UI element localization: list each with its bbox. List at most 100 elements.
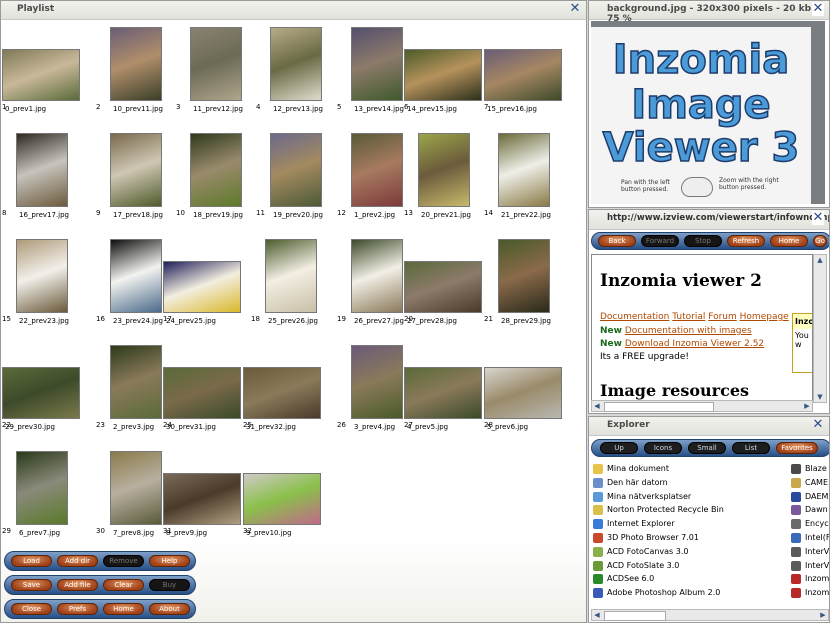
thumbnail-item[interactable]: 8 16_prev17.jpg bbox=[2, 131, 82, 221]
thumbnail-item[interactable]: 11 19_prev20.jpg bbox=[256, 131, 336, 221]
thumbnail-item[interactable]: 28 5_prev6.jpg bbox=[484, 343, 564, 433]
thumbnail-image[interactable] bbox=[163, 367, 241, 419]
thumbnail-item[interactable]: 21 28_prev29.jpg bbox=[484, 237, 564, 327]
thumbnail-item[interactable]: 1 0_prev1.jpg bbox=[2, 25, 82, 115]
add-file-button[interactable]: Add file bbox=[57, 579, 98, 591]
thumbnail-item[interactable]: 7 15_prev16.jpg bbox=[484, 25, 564, 115]
save-button[interactable]: Save bbox=[11, 579, 52, 591]
add-dir-button[interactable]: Add dir bbox=[57, 555, 98, 567]
buy-button[interactable]: Buy bbox=[149, 579, 190, 591]
thumbnail-item[interactable]: 24 30_prev31.jpg bbox=[163, 343, 243, 433]
documentation-link[interactable]: Documentation bbox=[600, 312, 669, 322]
up-button[interactable]: Up bbox=[600, 442, 638, 454]
scroll-right-icon[interactable]: ▶ bbox=[802, 401, 812, 411]
thumbnail-item[interactable]: 27 4_prev5.jpg bbox=[404, 343, 484, 433]
thumbnail-image[interactable] bbox=[484, 49, 562, 101]
home-button[interactable]: Home bbox=[770, 235, 808, 247]
thumbnail-image[interactable] bbox=[190, 27, 242, 101]
explorer-hscrollbar[interactable]: ◀ ▶ bbox=[591, 609, 829, 621]
load-button[interactable]: Load bbox=[11, 555, 52, 567]
thumbnail-image[interactable] bbox=[190, 133, 242, 207]
prefs-button[interactable]: Prefs bbox=[57, 603, 98, 615]
thumbnail-image[interactable] bbox=[16, 451, 68, 525]
thumbnail-item[interactable]: 29 6_prev7.jpg bbox=[2, 449, 82, 539]
about-button[interactable]: About bbox=[149, 603, 190, 615]
browser-page[interactable]: Inzomia viewer 2 Documentation Tutorial … bbox=[591, 254, 813, 403]
icons-button[interactable]: Icons bbox=[644, 442, 682, 454]
thumbnail-item[interactable]: 22 29_prev30.jpg bbox=[2, 343, 82, 433]
thumbnail-item[interactable]: 10 18_prev19.jpg bbox=[176, 131, 256, 221]
thumbnail-image[interactable] bbox=[163, 473, 241, 525]
remove-button[interactable]: Remove bbox=[103, 555, 144, 567]
browser-close-icon[interactable]: ✕ bbox=[812, 211, 824, 225]
stop-button[interactable]: Stop bbox=[684, 235, 722, 247]
thumbnail-item[interactable]: 13 20_prev21.jpg bbox=[404, 131, 484, 221]
thumbnail-item[interactable]: 14 21_prev22.jpg bbox=[484, 131, 564, 221]
thumbnail-item[interactable]: 9 17_prev18.jpg bbox=[96, 131, 176, 221]
list-button[interactable]: List bbox=[732, 442, 770, 454]
thumbnail-item[interactable]: 32 9_prev10.jpg bbox=[243, 449, 323, 539]
download-link[interactable]: Download Inzomia Viewer 2.52 bbox=[625, 339, 764, 349]
back-button[interactable]: Back bbox=[598, 235, 636, 247]
thumbnail-image[interactable] bbox=[110, 27, 162, 101]
browser-url[interactable]: http://www.izview.com/viewerstart/infown… bbox=[607, 213, 829, 223]
homepage-link[interactable]: Homepage bbox=[740, 312, 789, 322]
thumbnail-item[interactable]: 17 24_prev25.jpg bbox=[163, 237, 243, 327]
thumbnail-item[interactable]: 3 11_prev12.jpg bbox=[176, 25, 256, 115]
scroll-left-icon[interactable]: ◀ bbox=[592, 610, 602, 620]
thumbnail-image[interactable] bbox=[418, 133, 470, 207]
thumbnail-image[interactable] bbox=[110, 239, 162, 313]
home-button[interactable]: Home bbox=[103, 603, 144, 615]
thumbnail-image[interactable] bbox=[2, 367, 80, 419]
thumbnail-image[interactable] bbox=[270, 133, 322, 207]
scroll-right-icon[interactable]: ▶ bbox=[818, 610, 828, 620]
thumbnail-image[interactable] bbox=[2, 49, 80, 101]
thumbnail-image[interactable] bbox=[110, 345, 162, 419]
thumbnail-image[interactable] bbox=[351, 345, 403, 419]
scroll-thumb[interactable] bbox=[604, 402, 714, 412]
thumbnail-image[interactable] bbox=[270, 27, 322, 101]
thumbnail-image[interactable] bbox=[351, 133, 403, 207]
browser-hscrollbar[interactable]: ◀ ▶ bbox=[591, 400, 813, 412]
thumbnail-item[interactable]: 2 10_prev11.jpg bbox=[96, 25, 176, 115]
clear-button[interactable]: Clear bbox=[103, 579, 144, 591]
thumbnail-image[interactable] bbox=[16, 239, 68, 313]
thumbnail-image[interactable] bbox=[404, 49, 482, 101]
thumbnail-image[interactable] bbox=[110, 133, 162, 207]
favorites-button[interactable]: Favorites bbox=[776, 442, 818, 454]
viewer-close-icon[interactable]: ✕ bbox=[812, 2, 824, 16]
documentation-images-link[interactable]: Documentation with images bbox=[625, 326, 752, 336]
thumbnail-item[interactable]: 20 27_prev28.jpg bbox=[404, 237, 484, 327]
help-button[interactable]: Help bbox=[149, 555, 190, 567]
forward-button[interactable]: Forward bbox=[641, 235, 679, 247]
thumbnail-item[interactable]: 18 25_prev26.jpg bbox=[251, 237, 331, 327]
thumbnail-image[interactable] bbox=[243, 473, 321, 525]
thumbnail-item[interactable]: 15 22_prev23.jpg bbox=[2, 237, 82, 327]
thumbnail-item[interactable]: 6 14_prev15.jpg bbox=[404, 25, 484, 115]
thumbnail-item[interactable]: 4 12_prev13.jpg bbox=[256, 25, 336, 115]
go-button[interactable]: Go bbox=[813, 235, 827, 247]
thumbnail-image[interactable] bbox=[498, 239, 550, 313]
thumbnail-image[interactable] bbox=[351, 27, 403, 101]
small-button[interactable]: Small bbox=[688, 442, 726, 454]
scroll-up-icon[interactable]: ▲ bbox=[815, 255, 825, 265]
refresh-button[interactable]: Refresh bbox=[727, 235, 765, 247]
playlist-close-icon[interactable]: ✕ bbox=[569, 2, 581, 16]
explorer-close-icon[interactable]: ✕ bbox=[812, 418, 824, 432]
thumbnail-image[interactable] bbox=[484, 367, 562, 419]
browser-vscrollbar[interactable]: ▲ ▼ bbox=[813, 254, 827, 403]
thumbnail-image[interactable] bbox=[110, 451, 162, 525]
thumbnail-image[interactable] bbox=[404, 367, 482, 419]
thumbnail-image[interactable] bbox=[243, 367, 321, 419]
thumbnail-image[interactable] bbox=[163, 261, 241, 313]
thumbnail-image[interactable] bbox=[498, 133, 550, 207]
thumbnail-image[interactable] bbox=[351, 239, 403, 313]
thumbnail-image[interactable] bbox=[404, 261, 482, 313]
viewer-image[interactable]: Inzomia Image Viewer 3 Pan with the left… bbox=[591, 21, 825, 204]
thumbnail-item[interactable]: 25 31_prev32.jpg bbox=[243, 343, 323, 433]
thumbnail-image[interactable] bbox=[16, 133, 68, 207]
scroll-down-icon[interactable]: ▼ bbox=[815, 392, 825, 402]
close-button[interactable]: Close bbox=[11, 603, 52, 615]
scroll-left-icon[interactable]: ◀ bbox=[592, 401, 602, 411]
forum-link[interactable]: Forum bbox=[708, 312, 737, 322]
